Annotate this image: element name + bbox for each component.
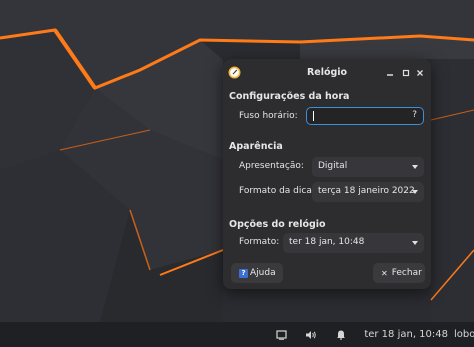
presentation-label: Apresentação: bbox=[239, 161, 304, 171]
notification-bell-icon bbox=[337, 330, 346, 340]
format-value: ter 18 jan, 10:48 bbox=[289, 237, 365, 247]
minimize-icon bbox=[387, 74, 393, 76]
close-icon bbox=[417, 70, 423, 76]
timezone-help-icon[interactable]: ? bbox=[412, 110, 417, 120]
help-button[interactable]: ? Ajuda bbox=[231, 263, 283, 283]
volume-button[interactable] bbox=[304, 328, 318, 342]
tooltip-format-label: Formato da dica: bbox=[239, 186, 315, 196]
volume-icon bbox=[306, 330, 317, 339]
section-appearance: Aparência bbox=[229, 141, 283, 152]
close-button[interactable]: ✕ Fechar bbox=[373, 263, 425, 283]
display-icon bbox=[276, 329, 287, 340]
chevron-down-icon bbox=[412, 190, 418, 194]
format-label: Formato: bbox=[239, 237, 280, 247]
dialog-titlebar[interactable]: Relógio bbox=[223, 59, 431, 87]
close-button-label: Fechar bbox=[391, 268, 422, 278]
section-time-settings: Configurações da hora bbox=[229, 91, 350, 102]
clock-settings-dialog: Relógio Configurações da hora Fuso horár… bbox=[223, 59, 431, 289]
panel-user[interactable]: lobo bbox=[454, 329, 474, 340]
help-button-label: Ajuda bbox=[250, 268, 276, 278]
close-button-icon: ✕ bbox=[381, 268, 388, 278]
format-select[interactable]: ter 18 jan, 10:48 bbox=[283, 233, 424, 253]
display-button[interactable] bbox=[274, 328, 288, 342]
minimize-button[interactable] bbox=[383, 66, 397, 80]
bottom-panel: ter 18 jan, 10:48 lobo bbox=[0, 322, 474, 347]
help-icon: ? bbox=[239, 268, 248, 278]
chevron-down-icon bbox=[412, 165, 418, 169]
timezone-input[interactable]: ? bbox=[306, 107, 424, 125]
notifications-button[interactable] bbox=[334, 328, 348, 342]
timezone-label: Fuso horário: bbox=[239, 111, 298, 121]
maximize-icon bbox=[402, 69, 410, 77]
section-clock-options: Opções do relógio bbox=[229, 219, 326, 230]
tooltip-format-select[interactable]: terça 18 janeiro 2022 bbox=[312, 182, 424, 202]
close-window-button[interactable] bbox=[413, 66, 427, 80]
tooltip-format-value: terça 18 janeiro 2022 bbox=[318, 186, 415, 196]
text-caret bbox=[313, 111, 314, 121]
presentation-value: Digital bbox=[318, 161, 348, 171]
panel-clock[interactable]: ter 18 jan, 10:48 bbox=[364, 329, 448, 340]
chevron-down-icon bbox=[412, 241, 418, 245]
maximize-button[interactable] bbox=[399, 66, 413, 80]
presentation-select[interactable]: Digital bbox=[312, 157, 424, 177]
